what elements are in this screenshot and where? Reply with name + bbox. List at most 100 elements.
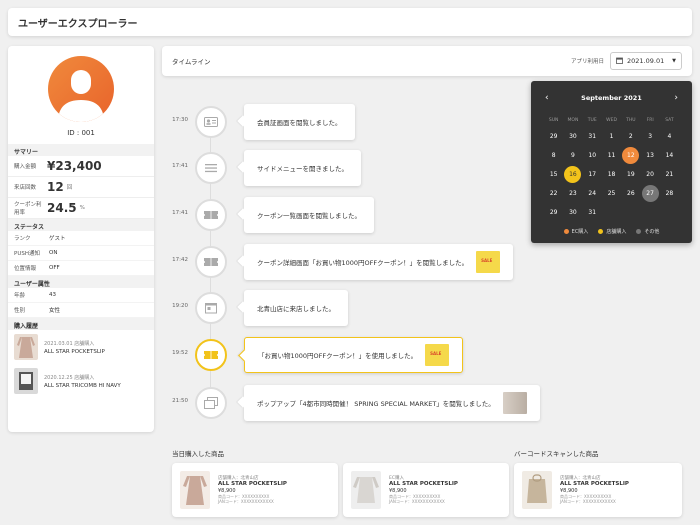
stat-value: 24.5	[47, 201, 77, 215]
history-date: 2020.12.25 店舗購入	[44, 374, 95, 381]
timeline-event-text: クーポン詳細画面「お買い物1000円OFFクーポン！」を閲覧しました。	[257, 259, 469, 267]
calendar-day[interactable]: 2	[621, 127, 640, 146]
history-item[interactable]: 2021.03.01 店舗購入 ALL STAR POCKETSLIP	[8, 330, 154, 364]
calendar-day[interactable]: 16	[563, 165, 582, 184]
calendar-day[interactable]: 8	[544, 146, 563, 165]
calendar-day[interactable]: 14	[660, 146, 679, 165]
calendar-day[interactable]: 12	[621, 146, 640, 165]
stat-unit: 回	[66, 185, 73, 191]
timeline-event-card[interactable]: 会員証画面を閲覧しました。	[244, 104, 355, 140]
product-card[interactable]: EC購入 ALL STAR POCKETSLIP ¥8,900 商品コード：XX…	[343, 463, 509, 517]
date-picker[interactable]: 2021.09.01 ▼	[610, 52, 682, 70]
calendar-grid: SUN MON TUE WED THU FRI SAT 29 30 31 1 2 3 4 8 9 10 11 12 1…	[531, 115, 692, 222]
coupon-thumbnail: SALE	[476, 251, 501, 273]
stat-label: 購入金額	[14, 164, 37, 170]
product-thumbnail	[351, 471, 381, 509]
calendar-day[interactable]: 10	[583, 146, 602, 165]
calendar-day[interactable]: 23	[563, 184, 582, 203]
calendar-day[interactable]: 13	[640, 146, 659, 165]
timeline-header: タイムライン アプリ利用日 2021.09.01 ▼	[162, 46, 692, 76]
calendar-day	[621, 203, 640, 222]
calendar-weekday: SAT	[665, 118, 674, 123]
timeline-event-card[interactable]: 北青山店に来店しました。	[244, 290, 348, 326]
calendar-day[interactable]: 19	[621, 165, 640, 184]
calendar-day[interactable]: 15	[544, 165, 563, 184]
history-date: 2021.03.01 店舗購入	[44, 340, 95, 347]
id-card-icon	[195, 106, 227, 138]
calendar-day[interactable]: 24	[583, 184, 602, 203]
timeline-event-text: ポップアップ「4都市同時開催！ SPRING SPECIAL MARKET」を閲…	[257, 400, 495, 408]
legend-item: その他	[636, 228, 659, 235]
status-value: ゲスト	[49, 236, 66, 242]
barcode-scanned-title: バーコードスキャンした商品	[514, 450, 599, 458]
timeline-item: 19:52 「お買い物1000円OFFクーポン！」を使用しました。 SALE	[162, 337, 692, 373]
stat-row: 購入金額 ¥23,400	[8, 156, 154, 177]
calendar-day[interactable]: 18	[602, 165, 621, 184]
chevron-down-icon: ▼	[672, 58, 676, 64]
calendar-day[interactable]: 17	[583, 165, 602, 184]
calendar-day[interactable]: 22	[544, 184, 563, 203]
calendar-day[interactable]: 3	[640, 127, 659, 146]
calendar-day[interactable]: 29	[544, 127, 563, 146]
legend-item: 店舗購入	[598, 228, 626, 235]
attribute-key: 性別	[14, 308, 26, 314]
stat-row: 来店回数 12 回	[8, 177, 154, 198]
app-header: ユーザーエクスプローラー	[8, 8, 692, 36]
status-key: PUSH通知	[14, 251, 40, 257]
calendar-day[interactable]: 30	[563, 203, 582, 222]
calendar-day[interactable]: 4	[660, 127, 679, 146]
summary-heading: サマリー	[8, 144, 154, 156]
calendar-day[interactable]: 1	[602, 127, 621, 146]
status-row: 位置情報 OFF	[8, 261, 154, 276]
timeline-time: 17:41	[172, 163, 188, 169]
calendar-day[interactable]: 26	[621, 184, 640, 203]
user-icon	[58, 70, 104, 122]
attributes-heading: ユーザー属性	[8, 276, 154, 288]
product-name: ALL STAR POCKETSLIP	[560, 481, 629, 488]
event-thumbnail	[502, 392, 527, 414]
calendar-icon	[616, 57, 623, 66]
calendar-day[interactable]: 28	[660, 184, 679, 203]
calendar-day[interactable]: 31	[583, 203, 602, 222]
stat-value: 12	[47, 180, 64, 194]
calendar-day[interactable]: 20	[640, 165, 659, 184]
calendar-weekday: WED	[606, 118, 617, 123]
history-item[interactable]: 2020.12.25 店舗購入 ALL STAR TRICOMB HI NAVY	[8, 364, 154, 398]
timeline-event-card[interactable]: クーポン一覧画面を閲覧しました。	[244, 197, 374, 233]
timeline-event-card[interactable]: クーポン詳細画面「お買い物1000円OFFクーポン！」を閲覧しました。 SALE	[244, 244, 514, 280]
product-card[interactable]: 店舗購入：北青山店 ALL STAR POCKETSLIP ¥8,900 商品コ…	[172, 463, 338, 517]
calendar-day[interactable]: 25	[602, 184, 621, 203]
product-card[interactable]: 店舗購入：北青山店 ALL STAR POCKETSLIP ¥8,900 商品コ…	[514, 463, 682, 517]
calendar-day	[640, 203, 659, 222]
user-profile-panel: ID : 001 サマリー 購入金額 ¥23,400 来店回数 12 回 クーポ…	[8, 46, 154, 432]
product-thumbnail	[14, 334, 38, 360]
calendar-day[interactable]: 11	[602, 146, 621, 165]
timeline-event-card[interactable]: 「お買い物1000円OFFクーポン！」を使用しました。 SALE	[244, 337, 464, 373]
product-thumbnail	[522, 471, 552, 509]
attribute-row: 年齢 43	[8, 288, 154, 303]
attribute-row: 性別 女性	[8, 303, 154, 318]
calendar-day[interactable]: 21	[660, 165, 679, 184]
next-month-button[interactable]: ›	[674, 93, 678, 103]
history-product-name: ALL STAR POCKETSLIP	[44, 348, 105, 355]
stat-label: 来店回数	[14, 185, 37, 191]
timeline-time: 19:20	[172, 303, 188, 309]
timeline-event-card[interactable]: ポップアップ「4都市同時開催！ SPRING SPECIAL MARKET」を閲…	[244, 385, 540, 421]
timeline-time: 17:42	[172, 257, 188, 263]
timeline-event-text: 「お買い物1000円OFFクーポン！」を使用しました。	[258, 352, 418, 360]
legend-item: EC購入	[563, 228, 588, 235]
prev-month-button[interactable]: ‹	[545, 93, 549, 103]
calendar-day[interactable]: 9	[563, 146, 582, 165]
calendar-legend: EC購入 店舗購入 その他	[531, 228, 692, 235]
calendar-day[interactable]: 27	[640, 184, 659, 203]
app-usage-date-label: アプリ利用日	[570, 59, 604, 65]
calendar-day[interactable]: 30	[563, 127, 582, 146]
calendar-day[interactable]: 29	[544, 203, 563, 222]
coupon-icon	[195, 339, 227, 371]
calendar-day[interactable]: 31	[583, 127, 602, 146]
timeline-event-card[interactable]: サイドメニューを開きました。	[244, 150, 361, 186]
avatar	[48, 56, 114, 122]
attribute-value: 女性	[49, 308, 61, 314]
timeline-item: 17:42 クーポン詳細画面「お買い物1000円OFFクーポン！」を閲覧しました。…	[162, 244, 692, 280]
purchased-today-title: 当日購入した商品	[172, 450, 224, 458]
